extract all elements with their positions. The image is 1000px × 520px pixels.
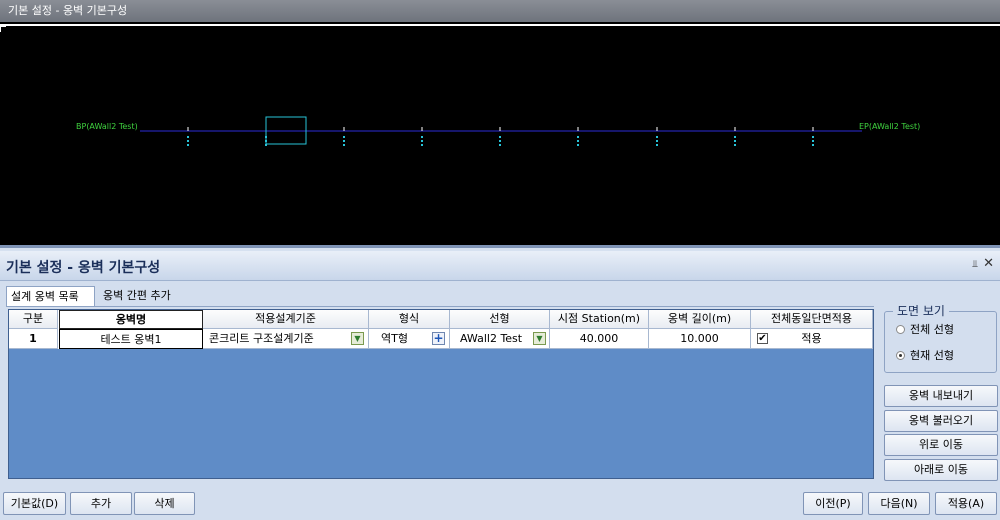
radio-all-alignment-label[interactable]: 전체 선형 (910, 321, 954, 337)
apply-same-section-checkbox[interactable]: ✔ (757, 333, 768, 344)
column-header-design-standard[interactable]: 적용설계기준 (203, 310, 369, 329)
alignment-drawing: BP(AWall2 Test) EP(AWall2 Test) (76, 116, 920, 147)
cell-type[interactable]: 역T형 + (369, 329, 450, 349)
cell-wall-name[interactable]: 테스트 옹벽1 (59, 329, 203, 349)
tab-quick-add-wall[interactable]: 옹벽 간편 추가 (99, 286, 189, 306)
add-button[interactable]: 추가 (70, 492, 132, 515)
apply-button[interactable]: 적용(A) (935, 492, 997, 515)
radio-current-alignment[interactable] (896, 351, 905, 360)
tab-design-wall-list[interactable]: 설계 옹벽 목록 (6, 286, 95, 306)
column-header-name[interactable]: 옹벽명 (59, 310, 203, 329)
move-up-button[interactable]: 위로 이동 (884, 434, 998, 456)
plus-icon[interactable]: + (432, 332, 445, 345)
tab-divider (6, 306, 874, 307)
wall-list-grid[interactable]: 구분 옹벽명 적용설계기준 형식 선형 시점 Station(m) 옹벽 길이(… (8, 309, 874, 479)
design-standard-value: 콘크리트 구조설계기준 (209, 332, 314, 345)
pin-icon[interactable]: ⫫ (972, 259, 978, 270)
panel-title: 기본 설정 - 옹벽 기본구성 (6, 260, 161, 276)
drawing-viewport[interactable]: 기본 설정 - 옹벽 기본구성 BP(AWall2 Test) EP(AWall… (0, 0, 1000, 248)
dropdown-arrow-icon[interactable]: ▼ (533, 332, 546, 345)
type-value: 역T형 (381, 332, 408, 345)
alignment-value: AWall2 Test (460, 332, 523, 345)
grid-header: 구분 옹벽명 적용설계기준 형식 선형 시점 Station(m) 옹벽 길이(… (9, 310, 873, 329)
bp-end-label: EP(AWall2 Test) (859, 122, 920, 131)
cell-start-station[interactable]: 40.000 (550, 329, 649, 349)
move-down-button[interactable]: 아래로 이동 (884, 459, 998, 481)
cell-length[interactable]: 10.000 (649, 329, 751, 349)
column-header-apply-same-section[interactable]: 전체동일단면적용 (751, 310, 873, 329)
column-header-alignment[interactable]: 선형 (450, 310, 550, 329)
column-header-length[interactable]: 옹벽 길이(m) (649, 310, 751, 329)
viewport-title-divider (0, 24, 1000, 26)
drawing-view-legend: 도면 보기 (893, 302, 949, 319)
next-button[interactable]: 다음(N) (868, 492, 930, 515)
panel-header: 기본 설정 - 옹벽 기본구성 ⫫ ✕ (0, 251, 1000, 281)
radio-all-alignment[interactable] (896, 325, 905, 334)
cell-index: 1 (9, 329, 58, 349)
radio-current-alignment-label[interactable]: 현재 선형 (910, 347, 954, 363)
close-icon[interactable]: ✕ (983, 256, 994, 271)
delete-button[interactable]: 삭제 (134, 492, 195, 515)
prev-button[interactable]: 이전(P) (803, 492, 863, 515)
cell-apply-same-section[interactable]: ✔ 적용 (751, 329, 873, 349)
bp-start-label: BP(AWall2 Test) (76, 122, 138, 131)
table-row[interactable]: 1 테스트 옹벽1 콘크리트 구조설계기준 ▼ 역T형 + AWall2 Tes… (9, 329, 873, 349)
basic-settings-panel: 기본 설정 - 옹벽 기본구성 ⫫ ✕ 설계 옹벽 목록 옹벽 간편 추가 구분… (0, 251, 1000, 520)
import-wall-button[interactable]: 옹벽 불러오기 (884, 410, 998, 432)
default-button[interactable]: 기본값(D) (3, 492, 66, 515)
cell-design-standard-select[interactable]: 콘크리트 구조설계기준 ▼ (203, 329, 369, 349)
export-wall-button[interactable]: 옹벽 내보내기 (884, 385, 998, 407)
column-header-type[interactable]: 형식 (369, 310, 450, 329)
apply-same-section-label: 적용 (801, 332, 822, 345)
viewport-title: 기본 설정 - 옹벽 기본구성 (0, 0, 1000, 22)
dropdown-arrow-icon[interactable]: ▼ (351, 332, 364, 345)
cell-alignment-select[interactable]: AWall2 Test ▼ (450, 329, 550, 349)
column-header-index[interactable]: 구분 (9, 310, 58, 329)
column-header-start-station[interactable]: 시점 Station(m) (550, 310, 649, 329)
